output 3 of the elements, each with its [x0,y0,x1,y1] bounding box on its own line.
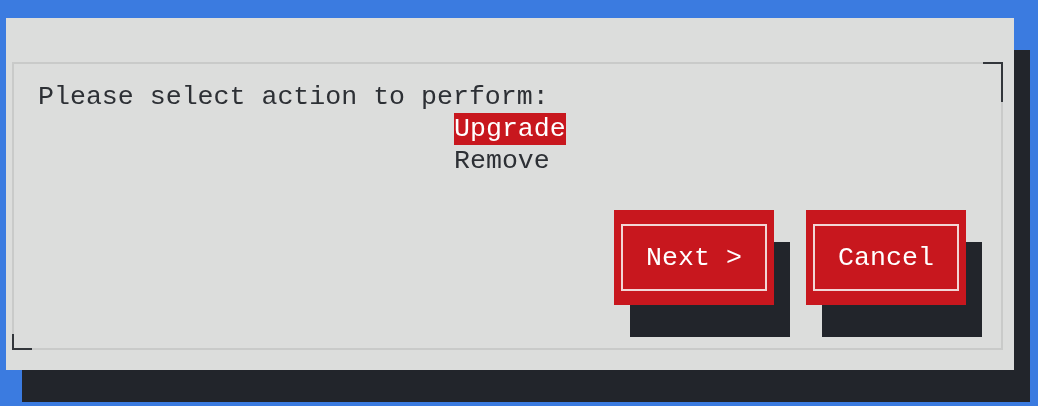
prompt-text: Please select action to perform: [38,81,549,113]
menu-item[interactable]: Upgrade [454,113,566,145]
menu-item[interactable]: Remove [454,145,550,177]
